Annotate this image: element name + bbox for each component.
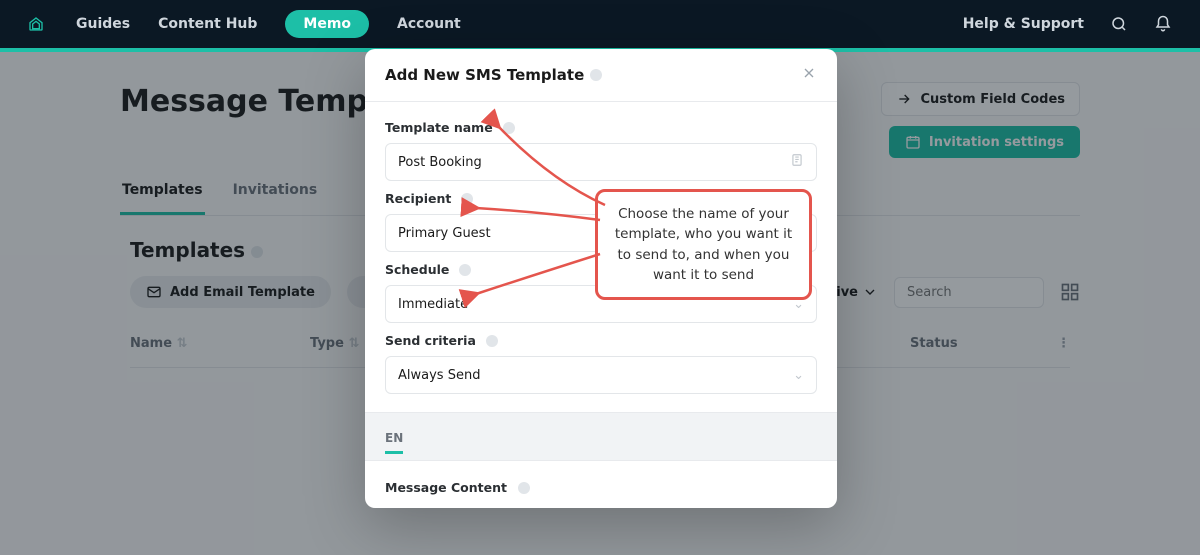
field-action-icon — [790, 153, 804, 171]
chevron-down-icon: ⌄ — [793, 368, 804, 383]
add-email-template-label: Add Email Template — [170, 285, 315, 300]
arrow-right-icon — [896, 91, 912, 107]
help-icon[interactable] — [251, 246, 263, 258]
invitation-settings-label: Invitation settings — [929, 135, 1064, 150]
nav-account[interactable]: Account — [397, 16, 461, 32]
tab-templates[interactable]: Templates — [120, 172, 205, 215]
schedule-label: Schedule — [385, 262, 449, 277]
close-icon[interactable] — [801, 65, 817, 85]
row-menu-icon[interactable]: ⋮ — [1030, 336, 1070, 351]
field-send-criteria: Send criteria Always Send ⌄ — [385, 333, 817, 394]
add-email-template-button[interactable]: Add Email Template — [130, 276, 331, 308]
header-actions: Custom Field Codes Invitation settings — [881, 82, 1080, 158]
send-criteria-select[interactable]: Always Send ⌄ — [385, 356, 817, 394]
invitation-settings-button[interactable]: Invitation settings — [889, 126, 1080, 158]
help-icon[interactable] — [590, 69, 602, 81]
chevron-down-icon — [862, 284, 878, 300]
lang-tab-en[interactable]: EN — [385, 431, 403, 454]
send-criteria-label: Send criteria — [385, 333, 476, 348]
col-status[interactable]: Status — [910, 336, 1030, 351]
nav-content-hub[interactable]: Content Hub — [158, 16, 257, 32]
annotation-callout: Choose the name of your template, who yo… — [595, 189, 812, 300]
language-bar: EN — [365, 412, 837, 461]
nav-links: Guides Content Hub Memo Account — [76, 10, 461, 38]
modal-title: Add New SMS Template — [385, 66, 584, 84]
bell-icon[interactable] — [1154, 15, 1172, 33]
nav-memo[interactable]: Memo — [285, 10, 369, 38]
recipient-label: Recipient — [385, 191, 451, 206]
custom-field-codes-button[interactable]: Custom Field Codes — [881, 82, 1080, 116]
custom-field-codes-label: Custom Field Codes — [920, 92, 1065, 107]
tab-invitations[interactable]: Invitations — [231, 172, 320, 215]
nav-guides[interactable]: Guides — [76, 16, 130, 32]
message-content-label: Message Content — [385, 480, 507, 495]
calendar-icon — [905, 134, 921, 150]
search-input[interactable] — [894, 277, 1044, 308]
help-icon[interactable] — [486, 335, 498, 347]
search-icon[interactable] — [1110, 15, 1128, 33]
mail-icon — [146, 284, 162, 300]
help-icon[interactable] — [518, 482, 530, 494]
help-link[interactable]: Help & Support — [963, 16, 1084, 32]
top-nav: Guides Content Hub Memo Account Help & S… — [0, 0, 1200, 52]
annotation-arrow — [470, 200, 610, 234]
annotation-arrow — [470, 248, 610, 307]
view-toggle-icon[interactable] — [1060, 282, 1080, 302]
app-logo[interactable] — [28, 16, 44, 32]
col-name[interactable]: Name ⇅ — [130, 336, 310, 351]
nav-right: Help & Support — [963, 15, 1172, 33]
template-name-label: Template name — [385, 120, 493, 135]
